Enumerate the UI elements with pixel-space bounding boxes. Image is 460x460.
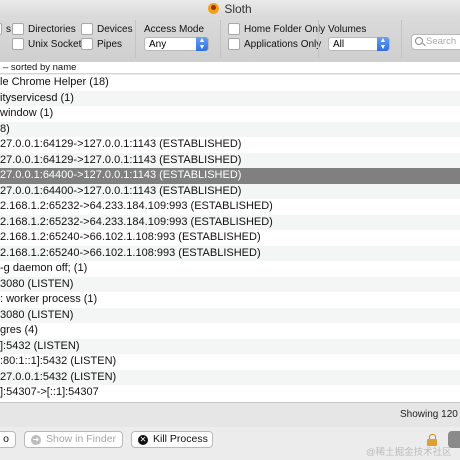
list-row[interactable]: 2.168.1.2:65232->64.233.184.109:993 (EST… — [0, 214, 460, 230]
checkbox-unix-sockets[interactable]: Unix Sockets — [12, 38, 86, 50]
item-count: Showing 120 out — [400, 409, 460, 420]
filter-toolbar: s Directories Devices Unix Sockets Pipes… — [0, 18, 460, 63]
access-mode-label: Access Mode — [144, 24, 205, 35]
list-row[interactable]: 27.0.0.1:64400->127.0.0.1:1143 (ESTABLIS… — [0, 168, 460, 184]
kill-process-label: Kill Process — [153, 433, 208, 445]
list-row[interactable]: 2.168.1.2:65232->64.233.184.109:993 (EST… — [0, 199, 460, 215]
list-row[interactable]: : worker process (1) — [0, 292, 460, 308]
popup-stepper-icon: ▲ ▼ — [196, 37, 208, 51]
close-circle-icon: ✕ — [138, 434, 148, 445]
list-row[interactable]: 3080 (LISTEN) — [0, 307, 460, 323]
title-bar: Sloth — [0, 0, 460, 18]
volumes-value: All — [333, 39, 345, 50]
checkbox-applications-only[interactable]: Applications Only — [228, 38, 321, 50]
list-row[interactable]: 27.0.0.1:64400->127.0.0.1:1143 (ESTABLIS… — [0, 183, 460, 199]
toolbar-divider — [135, 20, 136, 58]
reveal-button[interactable]: o — [0, 431, 16, 448]
checkbox-pipes[interactable]: Pipes — [81, 38, 122, 50]
checkbox-box[interactable] — [12, 23, 24, 35]
list-row[interactable]: :80:1::1]:5432 (LISTEN) — [0, 354, 460, 370]
list-row[interactable]: 27.0.0.1:64129->127.0.0.1:1143 (ESTABLIS… — [0, 152, 460, 168]
process-list[interactable]: le Chrome Helper (18) ityservicesd (1) win… — [0, 75, 460, 402]
sloth-app-icon — [208, 3, 220, 14]
list-row[interactable]: -g daemon off; (1) — [0, 261, 460, 277]
toolbar-divider — [220, 20, 221, 58]
list-row[interactable]: ]:54307->[::1]:54307 — [0, 385, 460, 401]
list-row[interactable]: ]:5432 (LISTEN) — [0, 338, 460, 354]
search-icon — [415, 37, 423, 45]
access-mode-value: Any — [149, 39, 167, 50]
watermark-text: @稀土掘金技术社区 — [366, 447, 452, 458]
checkbox-label: s — [6, 23, 11, 35]
popup-stepper-icon: ▲ ▼ — [377, 37, 389, 51]
checkbox-files[interactable]: s — [0, 23, 11, 35]
toolbar-divider — [401, 20, 402, 58]
checkbox-box[interactable] — [81, 23, 93, 35]
reveal-button-label: o — [3, 433, 9, 445]
list-row[interactable]: ityservicesd (1) — [0, 90, 460, 106]
checkbox-devices[interactable]: Devices — [81, 23, 133, 35]
list-row[interactable]: 27.0.0.1:5432 (LISTEN) — [0, 369, 460, 385]
search-field[interactable]: Search — [411, 34, 460, 50]
checkbox-box[interactable] — [0, 23, 2, 35]
list-row[interactable]: 8) — [0, 121, 460, 137]
toolbar-divider — [318, 20, 319, 58]
checkbox-label: Pipes — [97, 38, 123, 50]
list-row[interactable]: window (1) — [0, 106, 460, 122]
list-row[interactable]: 2.168.1.2:65240->66.102.1.108:993 (ESTAB… — [0, 245, 460, 261]
list-row[interactable]: 3080 (LISTEN) — [0, 276, 460, 292]
checkbox-box[interactable] — [81, 38, 93, 50]
search-placeholder: Search — [426, 36, 457, 47]
show-in-finder-label: Show in Finder — [46, 433, 117, 445]
checkbox-label: Devices — [97, 23, 133, 35]
list-row[interactable]: gres (4) — [0, 323, 460, 339]
list-row[interactable]: le Chrome Helper (18) — [0, 75, 460, 91]
list-row[interactable]: 27.0.0.1:64129->127.0.0.1:1143 (ESTABLIS… — [0, 137, 460, 153]
checkbox-label: Applications Only — [244, 38, 322, 50]
checkbox-label: Unix Sockets — [28, 38, 87, 50]
list-header: – sorted by name — [0, 62, 460, 74]
checkbox-directories[interactable]: Directories — [12, 23, 76, 35]
show-in-finder-button[interactable]: ➜ Show in Finder — [24, 431, 123, 448]
window-title: Sloth — [224, 2, 252, 16]
volumes-select[interactable]: All ▲ ▼ — [328, 37, 390, 51]
access-mode-select[interactable]: Any ▲ ▼ — [144, 37, 209, 51]
checkbox-home-folder-only[interactable]: Home Folder Only — [228, 23, 325, 35]
checkbox-box[interactable] — [228, 23, 240, 35]
checkbox-label: Home Folder Only — [244, 23, 326, 35]
checkbox-box[interactable] — [12, 38, 24, 50]
volumes-label: Volumes — [328, 24, 367, 35]
checkbox-label: Directories — [28, 23, 76, 35]
list-row[interactable]: 2.168.1.2:65240->66.102.1.108:993 (ESTAB… — [0, 230, 460, 246]
kill-process-button[interactable]: ✕ Kill Process — [131, 431, 213, 448]
checkbox-box[interactable] — [228, 38, 240, 50]
forward-arrow-icon: ➜ — [31, 434, 41, 445]
status-bar: Showing 120 out — [0, 402, 460, 428]
